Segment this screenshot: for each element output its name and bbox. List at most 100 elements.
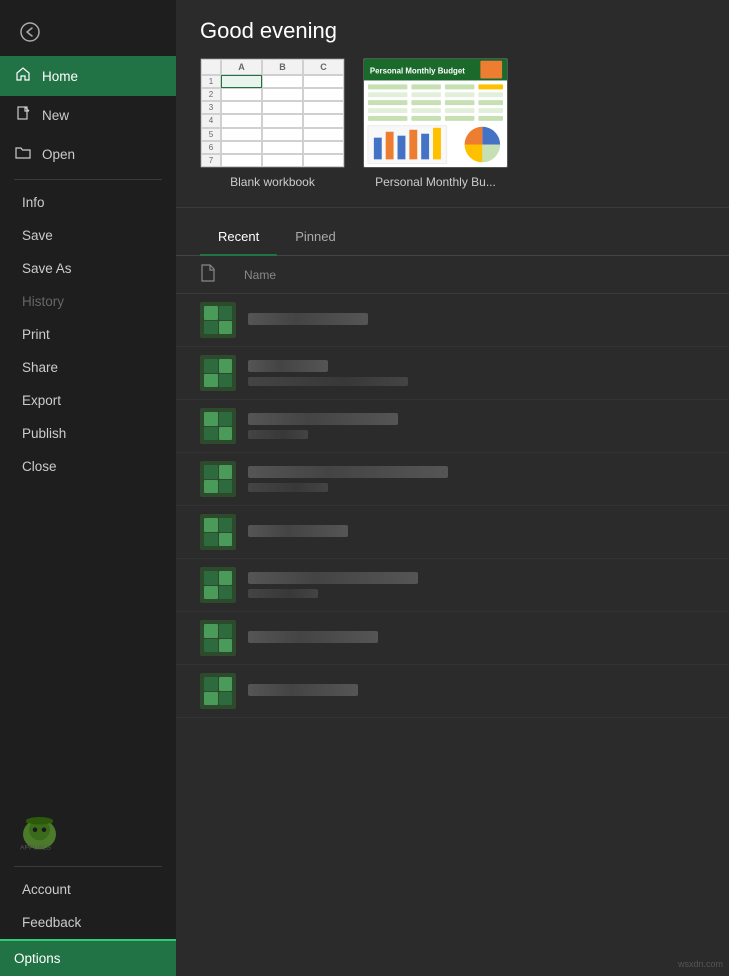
thumb-cell [204, 692, 218, 706]
thumb-cell [219, 480, 233, 494]
thumb-cell [219, 639, 233, 653]
thumb-cell [204, 518, 218, 532]
file-info [248, 684, 705, 698]
budget-thumb: Personal Monthly Budget [363, 58, 508, 168]
file-info [248, 313, 705, 327]
app-logo: APPUALS [14, 812, 74, 852]
file-row[interactable] [176, 453, 729, 506]
sidebar-item-options[interactable]: Options [0, 939, 176, 976]
sidebar-item-label-close: Close [22, 459, 57, 474]
templates-row: A B C 1 2 3 [176, 58, 729, 208]
thumb-cell [219, 518, 233, 532]
file-name-blur [248, 572, 418, 584]
back-button[interactable] [10, 12, 50, 52]
file-row[interactable] [176, 665, 729, 718]
sidebar-item-history: History [0, 285, 176, 318]
thumb-cell [204, 321, 218, 335]
sidebar: Home New Open Info [0, 0, 176, 976]
file-thumb-mini [204, 359, 232, 387]
thumb-cell [204, 480, 218, 494]
thumb-cell [204, 412, 218, 426]
thumb-cell [204, 306, 218, 320]
sidebar-item-print[interactable]: Print [0, 318, 176, 351]
file-row[interactable] [176, 559, 729, 612]
file-thumbnail [200, 461, 236, 497]
file-row[interactable] [176, 506, 729, 559]
file-info [248, 525, 705, 539]
thumb-cell [204, 427, 218, 441]
sidebar-item-label-open: Open [42, 147, 75, 162]
thumb-cell [219, 412, 233, 426]
tab-pinned[interactable]: Pinned [277, 222, 353, 256]
watermark: wsxdn.com [678, 954, 723, 972]
file-name-blur [248, 684, 358, 696]
sidebar-item-close[interactable]: Close [0, 450, 176, 483]
blank-workbook-label: Blank workbook [230, 175, 315, 189]
sidebar-item-publish[interactable]: Publish [0, 417, 176, 450]
thumb-cell [219, 692, 233, 706]
sidebar-divider-1 [14, 179, 162, 180]
file-thumb-mini [204, 518, 232, 546]
file-info [248, 413, 705, 439]
file-thumb-mini [204, 624, 232, 652]
sidebar-item-label-print: Print [22, 327, 50, 342]
sidebar-item-open[interactable]: Open [0, 135, 176, 173]
file-thumbnail [200, 408, 236, 444]
template-blank[interactable]: A B C 1 2 3 [200, 58, 345, 189]
svg-text:Personal Monthly Budget: Personal Monthly Budget [370, 67, 465, 76]
sidebar-item-feedback[interactable]: Feedback [0, 906, 176, 939]
thumb-cell [204, 586, 218, 600]
watermark-text: wsxdn.com [678, 959, 723, 969]
sidebar-item-label-info: Info [22, 195, 45, 210]
thumb-cell [204, 359, 218, 373]
file-info [248, 466, 705, 492]
sidebar-item-label-save: Save [22, 228, 53, 243]
file-thumbnail [200, 673, 236, 709]
sidebar-item-save-as[interactable]: Save As [0, 252, 176, 285]
template-budget[interactable]: Personal Monthly Budget [363, 58, 508, 189]
sidebar-nav-top: Home New Open Info [0, 56, 176, 804]
sidebar-item-label-export: Export [22, 393, 61, 408]
blank-workbook-thumb: A B C 1 2 3 [200, 58, 345, 168]
sidebar-item-label-options: Options [14, 951, 61, 966]
main-content: Good evening A B C 1 2 [176, 0, 729, 976]
file-row[interactable] [176, 294, 729, 347]
file-name-blur [248, 525, 348, 537]
files-table [176, 294, 729, 976]
file-row[interactable] [176, 612, 729, 665]
file-thumbnail [200, 302, 236, 338]
sidebar-item-home[interactable]: Home [0, 56, 176, 96]
home-icon [14, 66, 32, 86]
file-name-blur [248, 313, 368, 325]
tab-recent[interactable]: Recent [200, 222, 277, 256]
thumb-cell [204, 639, 218, 653]
sidebar-item-account[interactable]: Account [0, 873, 176, 906]
svg-text:APPUALS: APPUALS [20, 844, 52, 851]
file-thumb-mini [204, 306, 232, 334]
sidebar-item-export[interactable]: Export [0, 384, 176, 417]
new-icon [14, 106, 32, 125]
file-row[interactable] [176, 347, 729, 400]
sidebar-item-label-history: History [22, 294, 64, 309]
file-row[interactable] [176, 400, 729, 453]
sidebar-item-label-share: Share [22, 360, 58, 375]
file-name-blur [248, 631, 378, 643]
thumb-cell [219, 427, 233, 441]
file-thumb-mini [204, 571, 232, 599]
sidebar-item-new[interactable]: New [0, 96, 176, 135]
file-name-blur [248, 466, 448, 478]
file-thumb-mini [204, 677, 232, 705]
sidebar-item-info[interactable]: Info [0, 186, 176, 219]
sidebar-divider-2 [14, 866, 162, 867]
file-sub-blur [248, 377, 408, 386]
sidebar-item-label-new: New [42, 108, 69, 123]
sidebar-bottom: APPUALS Account Feedback Options [0, 804, 176, 976]
sidebar-item-save[interactable]: Save [0, 219, 176, 252]
sidebar-item-share[interactable]: Share [0, 351, 176, 384]
thumb-cell [219, 359, 233, 373]
file-name-blur [248, 360, 328, 372]
file-thumb-mini [204, 412, 232, 440]
tabs-row: Recent Pinned [176, 208, 729, 256]
sidebar-item-label-feedback: Feedback [22, 915, 81, 930]
budget-label: Personal Monthly Bu... [375, 175, 496, 189]
